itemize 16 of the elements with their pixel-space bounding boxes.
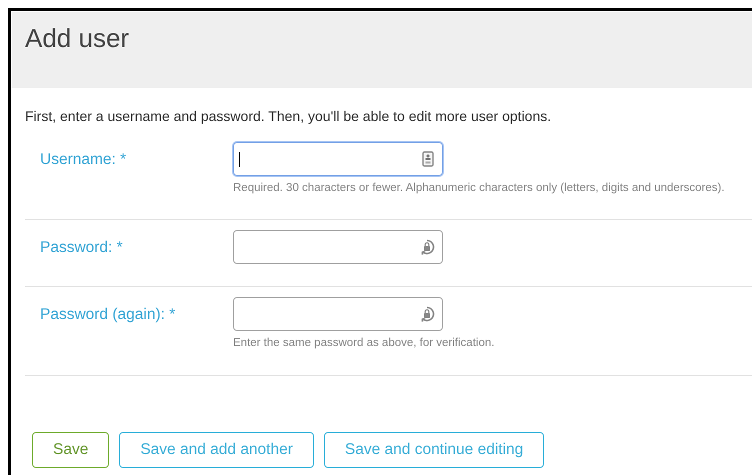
text-field[interactable] <box>233 230 443 264</box>
page-title: Add user <box>25 23 130 53</box>
action-button[interactable]: Save and continue editing <box>324 432 544 468</box>
help-text: Enter the same password as above, for verification. <box>233 336 494 352</box>
help-text: Required. 30 characters or fewer. Alphanumeric characters only (letters, digits and underscores). <box>233 181 725 196</box>
lock-icon <box>419 239 435 256</box>
field-label: Password: * <box>40 239 123 256</box>
lock-icon <box>419 306 435 324</box>
text-field[interactable] <box>233 297 443 332</box>
text-field[interactable] <box>233 142 443 176</box>
contact-card-icon <box>422 151 434 167</box>
field-label: Password (again): * <box>40 306 176 324</box>
action-button[interactable]: Save and add another <box>119 432 314 468</box>
save-button[interactable]: Save <box>32 432 110 468</box>
intro-text: First, enter a username and password. Then, you'll be able to edit more user options. <box>25 108 552 124</box>
field-label: Username: * <box>40 151 126 168</box>
